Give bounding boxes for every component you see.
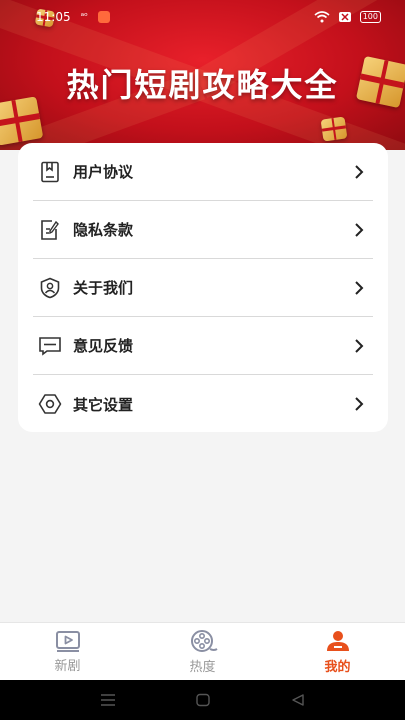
menu-item-about-us[interactable]: 关于我们 [33, 259, 373, 317]
app-notification-icon [97, 11, 110, 23]
tab-label: 我的 [324, 659, 351, 675]
header-banner: 11:05 ᵃᵒ 100 热门短剧攻略大全 [0, 0, 405, 150]
x-box-icon [338, 12, 351, 22]
system-navigation-bar [0, 680, 405, 720]
tab-popularity[interactable]: 热度 [135, 623, 270, 680]
chevron-right-icon [355, 338, 364, 353]
menu-item-label: 隐私条款 [73, 221, 134, 239]
menu-item-label: 用户协议 [73, 163, 134, 181]
menu-item-privacy-policy[interactable]: 隐私条款 [33, 201, 373, 259]
user-profile-icon [326, 630, 349, 651]
banner-title: 热门短剧攻略大全 [66, 66, 339, 104]
notification-icon: ᵃᵒ [80, 12, 88, 22]
menu-item-user-agreement[interactable]: 用户协议 [33, 143, 373, 201]
tab-label: 新剧 [54, 658, 81, 674]
back-icon[interactable] [290, 693, 306, 707]
chevron-right-icon [355, 397, 364, 411]
status-bar: 11:05 ᵃᵒ 100 [0, 0, 405, 34]
edit-document-icon [37, 217, 63, 243]
tab-label: 热度 [189, 659, 216, 675]
status-time: 11:05 [36, 10, 71, 24]
menu-item-feedback[interactable]: 意见反馈 [33, 317, 373, 375]
menu-item-label: 其它设置 [73, 395, 134, 414]
chevron-right-icon [355, 280, 364, 295]
chevron-right-icon [355, 164, 364, 179]
settings-menu: 用户协议 隐私条款 关于我们 意见反馈 其它设置 [18, 143, 388, 432]
gift-box-icon [320, 116, 348, 142]
home-icon[interactable] [195, 693, 211, 707]
battery-icon: 100 [359, 11, 381, 23]
bottom-tab-bar: 新剧 热度 我的 [0, 622, 405, 680]
menu-item-label: 关于我们 [73, 279, 134, 297]
wifi-icon [314, 11, 330, 23]
shield-user-icon [37, 275, 63, 301]
document-icon [37, 159, 63, 185]
video-play-icon [55, 630, 80, 652]
gear-icon [37, 391, 63, 417]
chevron-right-icon [355, 222, 364, 237]
menu-item-other-settings[interactable]: 其它设置 [33, 375, 373, 433]
message-icon [37, 333, 63, 359]
film-reel-icon [190, 629, 218, 652]
menu-item-label: 意见反馈 [73, 337, 134, 355]
tab-new-drama[interactable]: 新剧 [0, 623, 135, 680]
menu-icon[interactable] [100, 693, 116, 707]
tab-mine[interactable]: 我的 [270, 623, 405, 680]
